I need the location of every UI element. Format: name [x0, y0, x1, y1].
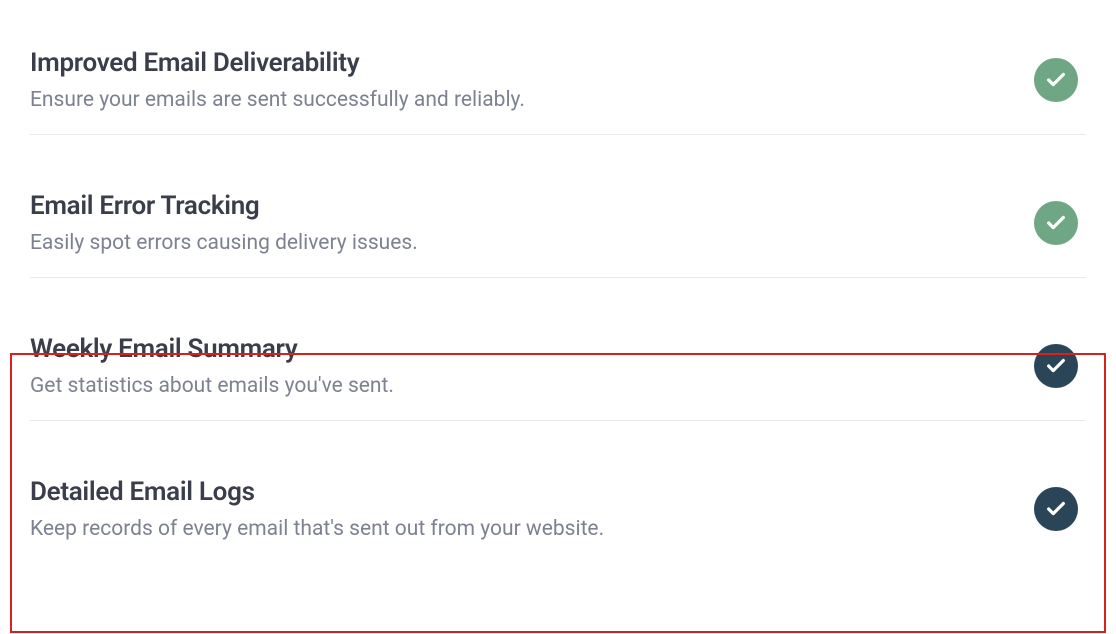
feature-description: Ensure your emails are sent successfully… — [30, 88, 1034, 112]
feature-title: Improved Email Deliverability — [30, 48, 1034, 78]
feature-description: Get statistics about emails you've sent. — [30, 374, 1034, 398]
feature-text: Weekly Email Summary Get statistics abou… — [30, 334, 1034, 398]
feature-description: Easily spot errors causing delivery issu… — [30, 231, 1034, 255]
feature-title: Weekly Email Summary — [30, 334, 1034, 364]
checkmark-icon — [1034, 487, 1078, 531]
checkmark-icon — [1034, 58, 1078, 102]
feature-item-weekly-summary: Weekly Email Summary Get statistics abou… — [30, 316, 1086, 421]
checkmark-icon — [1034, 201, 1078, 245]
feature-text: Email Error Tracking Easily spot errors … — [30, 191, 1034, 255]
feature-description: Keep records of every email that's sent … — [30, 517, 1034, 541]
feature-item-deliverability: Improved Email Deliverability Ensure you… — [30, 30, 1086, 135]
feature-item-error-tracking: Email Error Tracking Easily spot errors … — [30, 173, 1086, 278]
feature-text: Detailed Email Logs Keep records of ever… — [30, 477, 1034, 541]
checkmark-icon — [1034, 344, 1078, 388]
feature-list: Improved Email Deliverability Ensure you… — [0, 0, 1116, 549]
feature-item-email-logs: Detailed Email Logs Keep records of ever… — [30, 459, 1086, 549]
feature-title: Detailed Email Logs — [30, 477, 1034, 507]
feature-text: Improved Email Deliverability Ensure you… — [30, 48, 1034, 112]
feature-title: Email Error Tracking — [30, 191, 1034, 221]
